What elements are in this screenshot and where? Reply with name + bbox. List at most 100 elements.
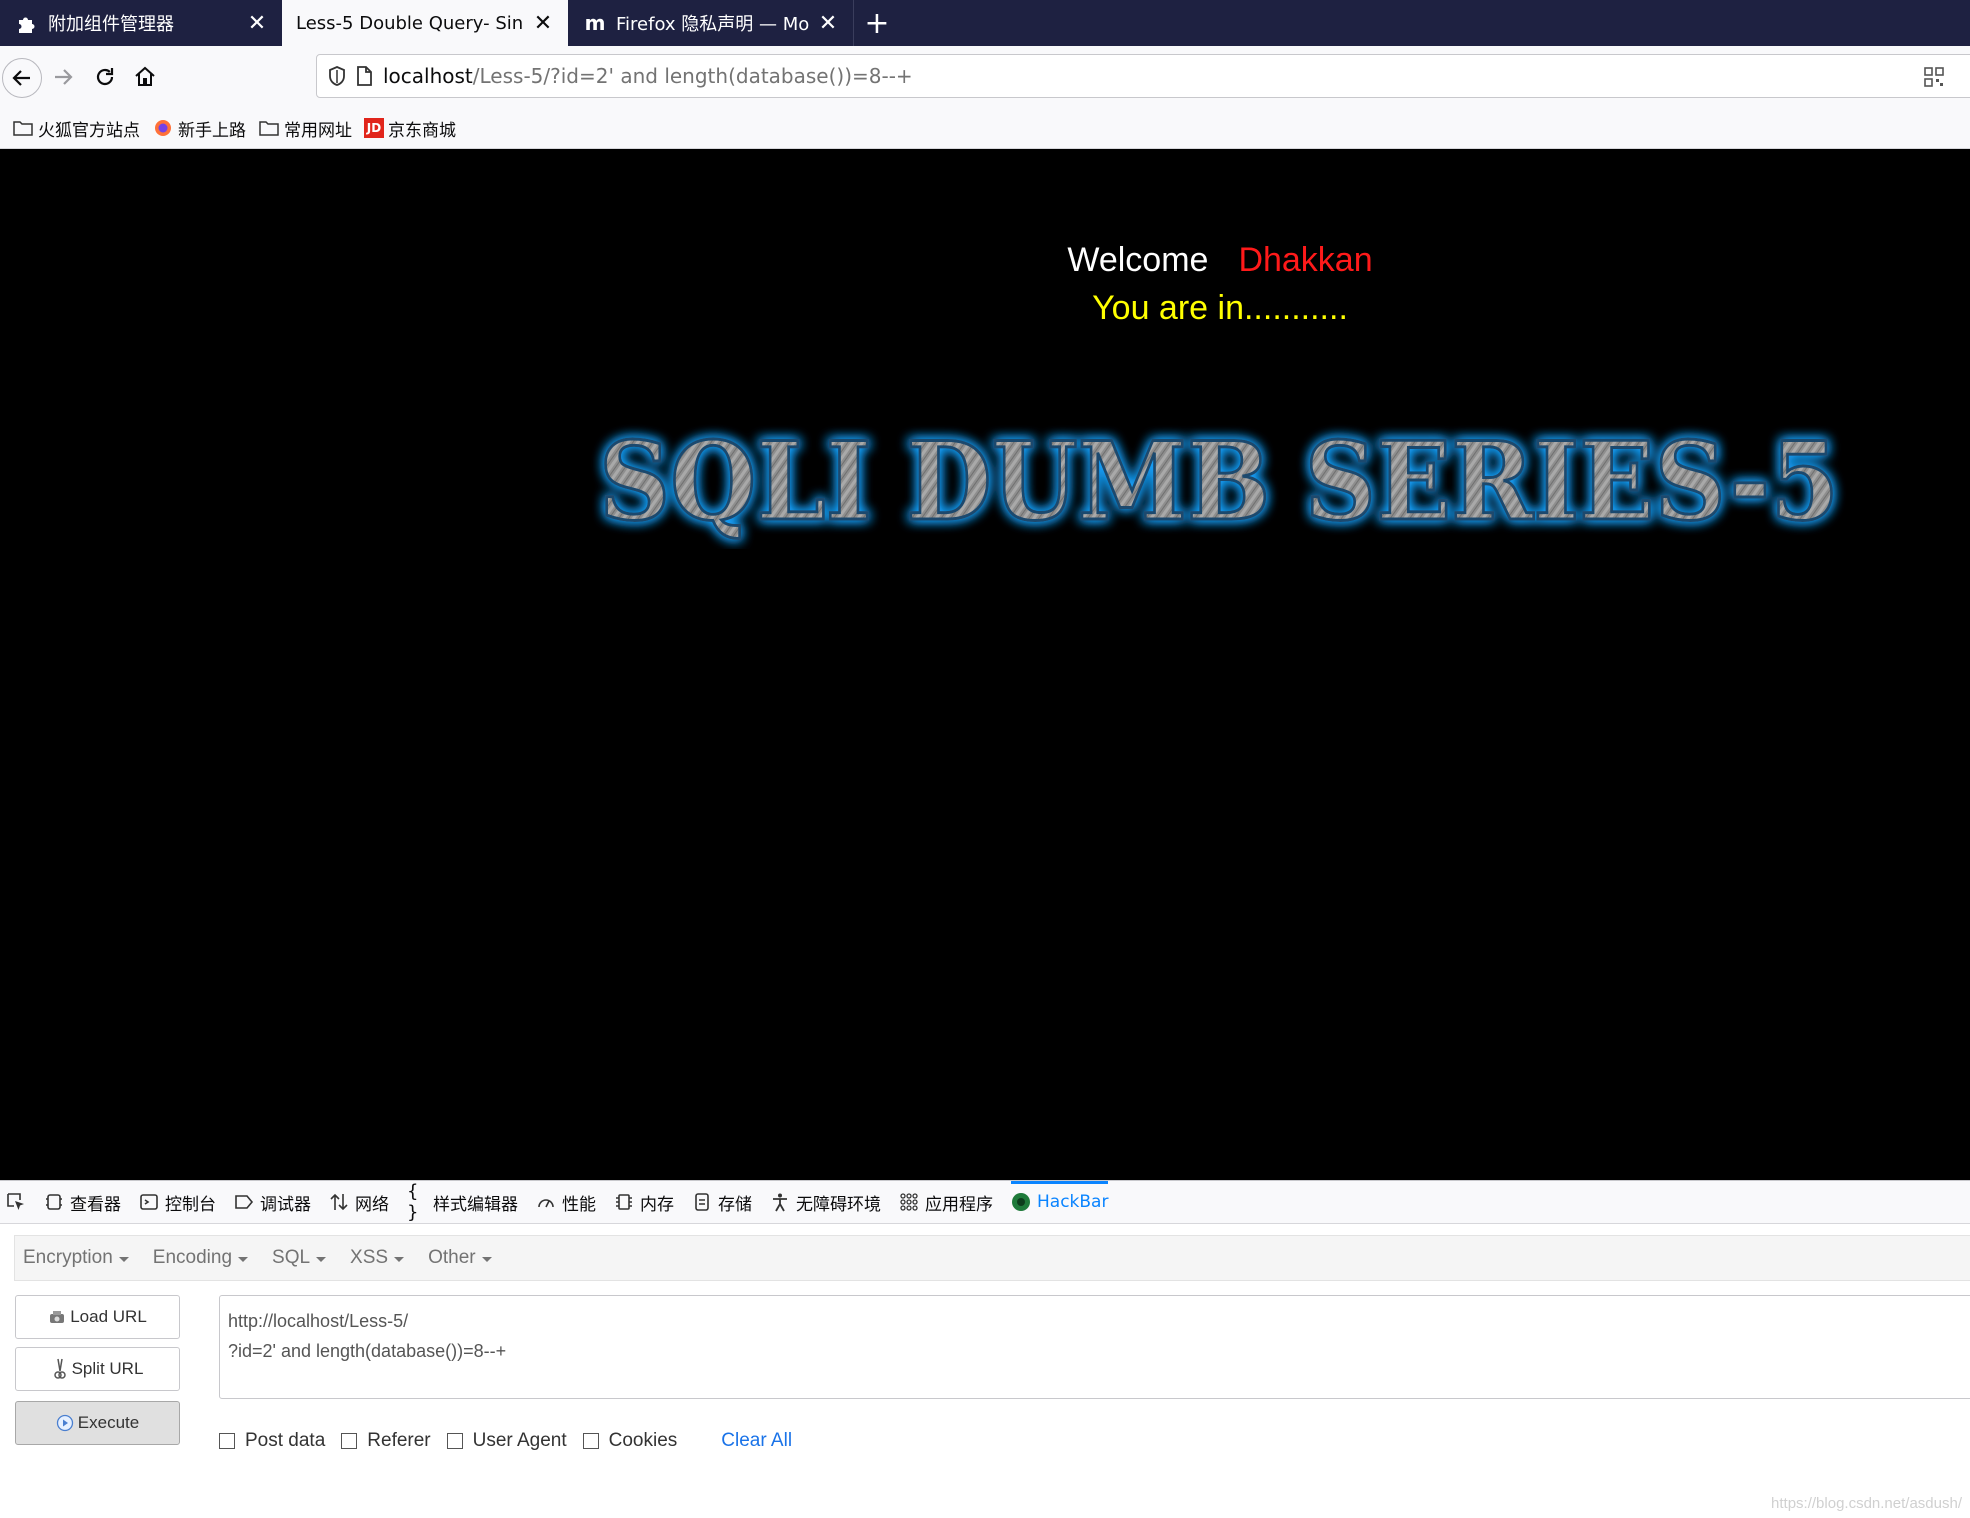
devtools-tab-debugger[interactable]: 调试器 bbox=[234, 1181, 311, 1223]
referer-option[interactable]: Referer bbox=[341, 1430, 431, 1452]
bookmark-firefox-official[interactable]: 火狐官方站点 bbox=[12, 116, 140, 141]
pick-element-button[interactable] bbox=[6, 1181, 32, 1223]
option-label: Post data bbox=[245, 1430, 326, 1451]
post-data-option[interactable]: Post data bbox=[219, 1430, 325, 1452]
url-path: /Less-5/?id=2' and length(database())=8-… bbox=[472, 64, 913, 88]
console-icon bbox=[139, 1192, 159, 1212]
devtools-tab-label: HackBar bbox=[1037, 1192, 1109, 1212]
inspector-icon bbox=[44, 1192, 64, 1212]
devtools-tab-accessibility[interactable]: 无障碍环境 bbox=[770, 1181, 881, 1223]
user-agent-option[interactable]: User Agent bbox=[446, 1430, 567, 1452]
new-tab-button[interactable]: + bbox=[862, 0, 892, 46]
hackbar-menu-xss[interactable]: XSS bbox=[350, 1247, 405, 1269]
folder-icon bbox=[12, 119, 34, 137]
hackbar-icon bbox=[1011, 1192, 1031, 1212]
tab-addons-manager[interactable]: 附加组件管理器 ✕ bbox=[0, 0, 282, 46]
performance-icon bbox=[536, 1192, 556, 1212]
button-label: Split URL bbox=[71, 1359, 144, 1378]
menu-label: Encoding bbox=[152, 1247, 233, 1268]
tracking-shield-icon[interactable] bbox=[327, 65, 347, 87]
button-label: Execute bbox=[77, 1413, 140, 1432]
hackbar-menu-encoding[interactable]: Encoding bbox=[152, 1247, 249, 1269]
hackbar-menu-sql[interactable]: SQL bbox=[272, 1247, 327, 1269]
url-line-1: http://localhost/Less-5/ bbox=[228, 1311, 409, 1331]
hackbar-options: Post data Referer User Agent Cookies Cle… bbox=[219, 1428, 792, 1454]
cookies-option[interactable]: Cookies bbox=[582, 1430, 677, 1452]
hackbar-menu-other[interactable]: Other bbox=[428, 1247, 492, 1269]
puzzle-icon bbox=[14, 12, 40, 34]
devtools-tab-memory[interactable]: 内存 bbox=[614, 1181, 674, 1223]
devtools-panel: 查看器 控制台 调试器 网络 { } 样式编辑器 性能 内存 存储 无障碍环境 … bbox=[0, 1180, 1970, 1518]
devtools-tab-network[interactable]: 网络 bbox=[329, 1181, 389, 1223]
bookmark-label: 新手上路 bbox=[178, 120, 246, 141]
devtools-tab-inspector[interactable]: 查看器 bbox=[44, 1181, 121, 1223]
menu-label: Encryption bbox=[23, 1247, 113, 1268]
devtools-tab-label: 内存 bbox=[640, 1194, 674, 1215]
caret-down-icon bbox=[118, 1256, 129, 1262]
close-icon[interactable]: ✕ bbox=[246, 11, 268, 36]
load-url-icon bbox=[48, 1308, 66, 1326]
page-info-icon[interactable] bbox=[355, 65, 373, 87]
bookmarks-toolbar: 火狐官方站点 新手上路 常用网址 JD 京东商城 bbox=[0, 108, 1970, 149]
devtools-tab-style-editor[interactable]: { } 样式编辑器 bbox=[407, 1181, 518, 1223]
devtools-tab-performance[interactable]: 性能 bbox=[536, 1181, 596, 1223]
mozilla-m-icon: m bbox=[584, 11, 606, 35]
devtools-tab-console[interactable]: 控制台 bbox=[139, 1181, 216, 1223]
tab-less-5[interactable]: Less-5 Double Query- Single Quotes- Stri… bbox=[282, 0, 568, 46]
caret-down-icon bbox=[238, 1256, 249, 1262]
close-icon[interactable]: ✕ bbox=[532, 11, 554, 36]
execute-button[interactable]: Execute bbox=[15, 1401, 180, 1445]
forward-button[interactable] bbox=[44, 58, 82, 96]
welcome-username: Dhakkan bbox=[1238, 241, 1373, 279]
welcome-text: Welcome bbox=[1067, 241, 1209, 279]
tab-firefox-privacy[interactable]: m Firefox 隐私声明 — Mozilla ✕ bbox=[568, 0, 854, 46]
hackbar-menu-encryption[interactable]: Encryption bbox=[23, 1247, 129, 1269]
cookies-checkbox[interactable] bbox=[582, 1433, 599, 1449]
home-button[interactable] bbox=[126, 58, 164, 96]
button-label: Load URL bbox=[70, 1307, 147, 1326]
forward-arrow-icon bbox=[55, 69, 73, 85]
menu-label: SQL bbox=[272, 1247, 311, 1268]
sqli-dumb-series-banner: SQLI DUMB SERIES-5 bbox=[598, 419, 1841, 547]
url-host: localhost bbox=[383, 64, 473, 88]
application-icon bbox=[899, 1192, 919, 1212]
bookmark-common-sites[interactable]: 常用网址 bbox=[258, 116, 352, 141]
banner-text: SQLI DUMB SERIES-5 bbox=[599, 419, 1839, 545]
play-icon bbox=[56, 1414, 74, 1432]
devtools-tab-label: 无障碍环境 bbox=[796, 1194, 881, 1215]
pick-element-icon bbox=[6, 1192, 26, 1212]
post-data-checkbox[interactable] bbox=[219, 1433, 235, 1449]
hackbar-url-textarea[interactable]: http://localhost/Less-5/ ?id=2' and lengt… bbox=[219, 1295, 1970, 1399]
bookmark-label: 京东商城 bbox=[388, 120, 456, 141]
devtools-tab-application[interactable]: 应用程序 bbox=[899, 1181, 993, 1223]
caret-down-icon bbox=[394, 1256, 405, 1262]
load-url-button[interactable]: Load URL bbox=[15, 1295, 180, 1339]
reload-button[interactable] bbox=[86, 58, 124, 96]
devtools-tab-bar: 查看器 控制台 调试器 网络 { } 样式编辑器 性能 内存 存储 无障碍环境 … bbox=[0, 1181, 1970, 1224]
home-icon bbox=[135, 66, 155, 86]
back-button[interactable] bbox=[2, 58, 42, 98]
split-url-button[interactable]: Split URL bbox=[15, 1347, 180, 1391]
user-agent-checkbox[interactable] bbox=[446, 1433, 463, 1449]
login-status-text: You are in........... bbox=[1092, 289, 1348, 327]
menu-label: XSS bbox=[350, 1247, 389, 1268]
devtools-tab-hackbar[interactable]: HackBar bbox=[1011, 1181, 1109, 1223]
welcome-line: Welcome Dhakkan bbox=[0, 241, 1970, 280]
style-editor-icon: { } bbox=[407, 1181, 419, 1223]
scissors-icon bbox=[52, 1358, 68, 1380]
memory-icon bbox=[614, 1192, 634, 1212]
watermark-text: https://blog.csdn.net/asdush/ bbox=[1771, 1495, 1962, 1512]
jd-icon: JD bbox=[364, 118, 384, 138]
firefox-icon bbox=[152, 119, 174, 137]
url-bar[interactable]: localhost/Less-5/?id=2' and length(datab… bbox=[316, 54, 1970, 98]
bookmark-getting-started[interactable]: 新手上路 bbox=[152, 116, 246, 141]
clear-all-link[interactable]: Clear All bbox=[721, 1430, 792, 1452]
devtools-tab-label: 样式编辑器 bbox=[433, 1194, 518, 1215]
qr-code-icon[interactable] bbox=[1923, 66, 1945, 88]
bookmark-jd-mall[interactable]: JD 京东商城 bbox=[364, 116, 456, 141]
devtools-tab-storage[interactable]: 存储 bbox=[692, 1181, 752, 1223]
close-icon[interactable]: ✕ bbox=[817, 11, 839, 36]
referer-checkbox[interactable] bbox=[341, 1433, 358, 1449]
devtools-tab-label: 控制台 bbox=[165, 1194, 216, 1215]
back-arrow-icon bbox=[12, 70, 30, 86]
